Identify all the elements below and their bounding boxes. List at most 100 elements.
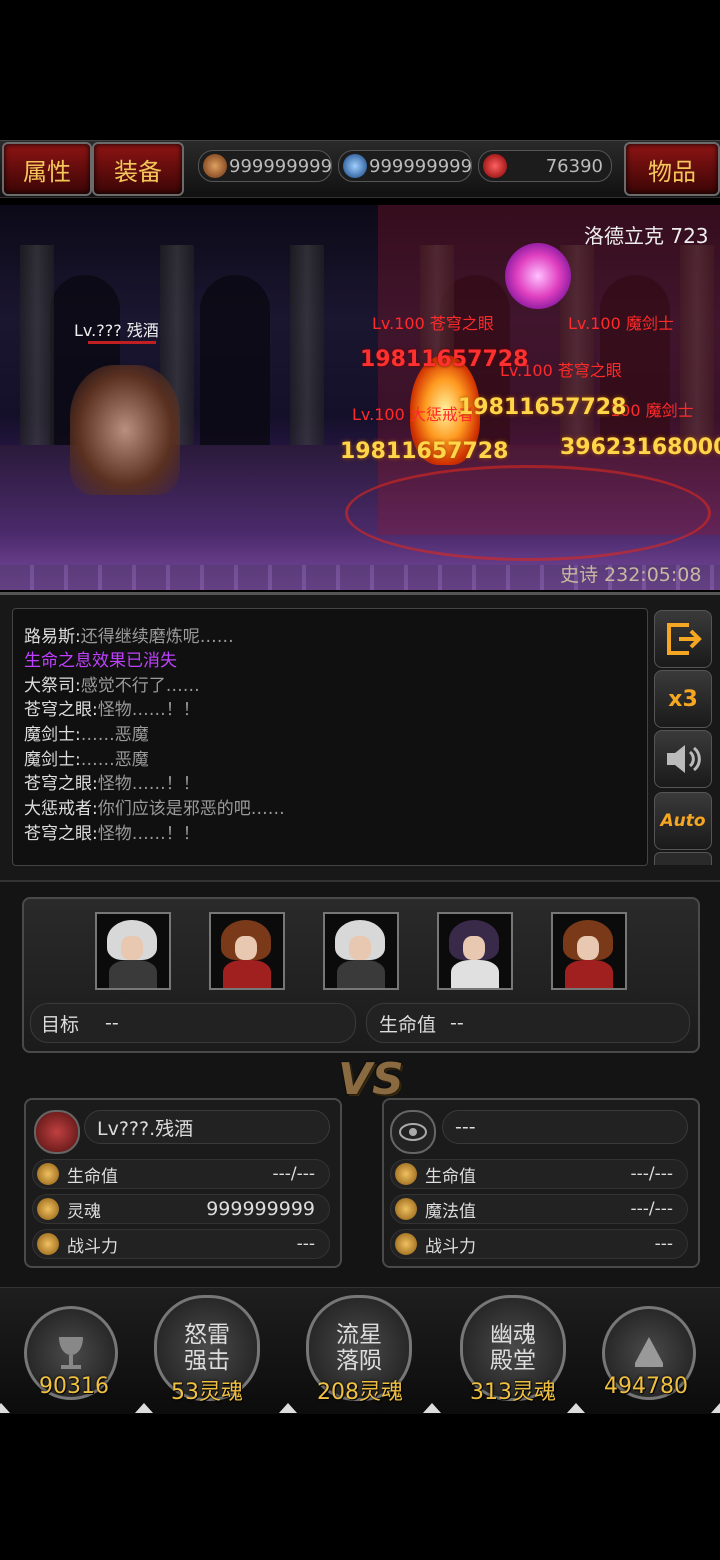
- currency-gold-value: 999999999: [229, 155, 333, 177]
- currency-gold: 999999999: [198, 150, 332, 182]
- items-button[interactable]: 物品: [624, 142, 720, 196]
- party-portrait[interactable]: [95, 912, 171, 990]
- stat-label: 魔法值: [425, 1201, 476, 1222]
- ally-label: Lv.100 魔剑士: [568, 314, 674, 333]
- location-label: 洛德立克 723: [584, 224, 709, 248]
- target-label: 目标: [41, 1013, 80, 1036]
- damage-number: 19811657728: [360, 347, 529, 372]
- stat-label: 灵魂: [67, 1201, 101, 1222]
- expand-arrow-icon[interactable]: [423, 1403, 441, 1413]
- expand-arrow-icon[interactable]: [567, 1403, 585, 1413]
- damage-number: 19811657728: [458, 395, 627, 420]
- enemy-name: Lv???.残酒: [84, 1110, 330, 1144]
- enemy-sprite[interactable]: [70, 365, 180, 495]
- stat-value: 999999999: [206, 1198, 315, 1220]
- ally-label: Lv.100 大惩戒者: [352, 405, 474, 424]
- sound-button[interactable]: [654, 730, 712, 788]
- heart-icon: [37, 1163, 59, 1185]
- stat-value: ---: [296, 1234, 315, 1254]
- diamond-icon: [37, 1233, 59, 1255]
- log-line: 魔剑士:……恶魔: [24, 750, 149, 770]
- speaker-icon: [667, 745, 701, 773]
- epic-timer: 史诗 232:05:08: [560, 564, 702, 586]
- damage-number: 39623168000: [560, 435, 720, 460]
- equipment-button[interactable]: 装备: [92, 142, 184, 196]
- currency-gem-value: 999999999: [369, 155, 473, 177]
- skill-value: 208灵魂: [317, 1380, 403, 1405]
- stat-label: 生命值: [67, 1166, 118, 1187]
- ally-hp-row: 生命值 ---/---: [390, 1159, 688, 1189]
- stat-label: 战斗力: [67, 1236, 118, 1257]
- chalice-icon: [59, 1337, 83, 1369]
- skill-value: 494780: [604, 1374, 688, 1399]
- currency-soul: 76390: [478, 150, 612, 182]
- coin-icon: [203, 154, 227, 178]
- pillar: [290, 245, 324, 465]
- party-portrait[interactable]: [323, 912, 399, 990]
- target-value: --: [105, 1012, 119, 1034]
- stat-label: 战斗力: [425, 1236, 476, 1257]
- stat-value: ---: [654, 1234, 673, 1254]
- eye-icon: [390, 1110, 436, 1154]
- skill-value: 313灵魂: [470, 1380, 556, 1405]
- log-line: 魔剑士:……恶魔: [24, 725, 149, 745]
- enemy-power-row: 战斗力 ---: [32, 1229, 330, 1259]
- magic-orb: [505, 243, 571, 309]
- log-line: 大惩戒者:你们应该是邪恶的吧……: [24, 799, 285, 819]
- currency-gem: 999999999: [338, 150, 472, 182]
- log-line: 大祭司:感觉不行了……: [24, 676, 200, 696]
- expand-arrow-icon[interactable]: [135, 1403, 153, 1413]
- expand-arrow-icon[interactable]: [279, 1403, 297, 1413]
- bell-icon: [635, 1337, 663, 1367]
- arch: [200, 275, 270, 455]
- gem-icon: [343, 154, 367, 178]
- soul-icon: [483, 154, 507, 178]
- target-bar: 目标 --: [30, 1003, 356, 1043]
- target-hp-label: 生命值: [379, 1013, 437, 1036]
- enemy-soul-row: 灵魂 999999999: [32, 1194, 330, 1224]
- summon-circle: [345, 465, 711, 561]
- skill-value: 90316: [39, 1374, 109, 1399]
- battle-scene: 洛德立克 723 Lv.??? 残酒 Lv.100 苍穹之眼 Lv.100 魔剑…: [0, 205, 720, 590]
- ally-label: Lv.100 苍穹之眼: [372, 314, 494, 333]
- party-portrait[interactable]: [209, 912, 285, 990]
- damage-number: 19811657728: [340, 439, 509, 464]
- expand-arrow-icon[interactable]: [0, 1403, 10, 1413]
- star-icon: [395, 1198, 417, 1220]
- ally-name: ---: [442, 1110, 688, 1144]
- enemy-hp-bar: [88, 341, 156, 344]
- auto-button[interactable]: Auto: [654, 792, 712, 850]
- target-hp-value: --: [450, 1012, 464, 1034]
- skill-name: 流星落陨: [336, 1322, 382, 1374]
- ally-power-row: 战斗力 ---: [390, 1229, 688, 1259]
- heart-icon: [395, 1163, 417, 1185]
- log-line: 苍穹之眼:怪物……！！: [24, 700, 200, 720]
- currency-soul-value: 76390: [545, 155, 603, 177]
- stat-value: ---/---: [630, 1199, 673, 1219]
- diamond-icon: [395, 1233, 417, 1255]
- skill-name: 幽魂殿堂: [490, 1322, 536, 1374]
- skill-name: 怒雷强击: [184, 1322, 230, 1374]
- log-line-system: 生命之息效果已消失: [24, 651, 177, 671]
- star-icon: [37, 1198, 59, 1220]
- exit-icon: [667, 623, 702, 655]
- enemy-avatar: [34, 1110, 80, 1154]
- expand-arrow-icon[interactable]: [711, 1403, 720, 1413]
- exit-button[interactable]: [654, 610, 712, 668]
- skill-value: 53灵魂: [171, 1380, 243, 1405]
- more-button[interactable]: [654, 852, 712, 865]
- ally-mp-row: 魔法值 ---/---: [390, 1194, 688, 1224]
- enemy-hp-row: 生命值 ---/---: [32, 1159, 330, 1189]
- log-line: 路易斯:还得继续磨炼呢……: [24, 627, 234, 647]
- target-hp-bar: 生命值 --: [366, 1003, 690, 1043]
- speed-button[interactable]: x3: [654, 670, 712, 728]
- stat-value: ---/---: [630, 1164, 673, 1184]
- pillar: [20, 245, 54, 465]
- stat-value: ---/---: [272, 1164, 315, 1184]
- party-portrait[interactable]: [437, 912, 513, 990]
- attributes-button[interactable]: 属性: [2, 142, 92, 196]
- enemy-name-label: Lv.??? 残酒: [74, 321, 159, 340]
- party-portrait[interactable]: [551, 912, 627, 990]
- log-line: 苍穹之眼:怪物……！！: [24, 774, 200, 794]
- log-line: 苍穹之眼:怪物……！！: [24, 824, 200, 844]
